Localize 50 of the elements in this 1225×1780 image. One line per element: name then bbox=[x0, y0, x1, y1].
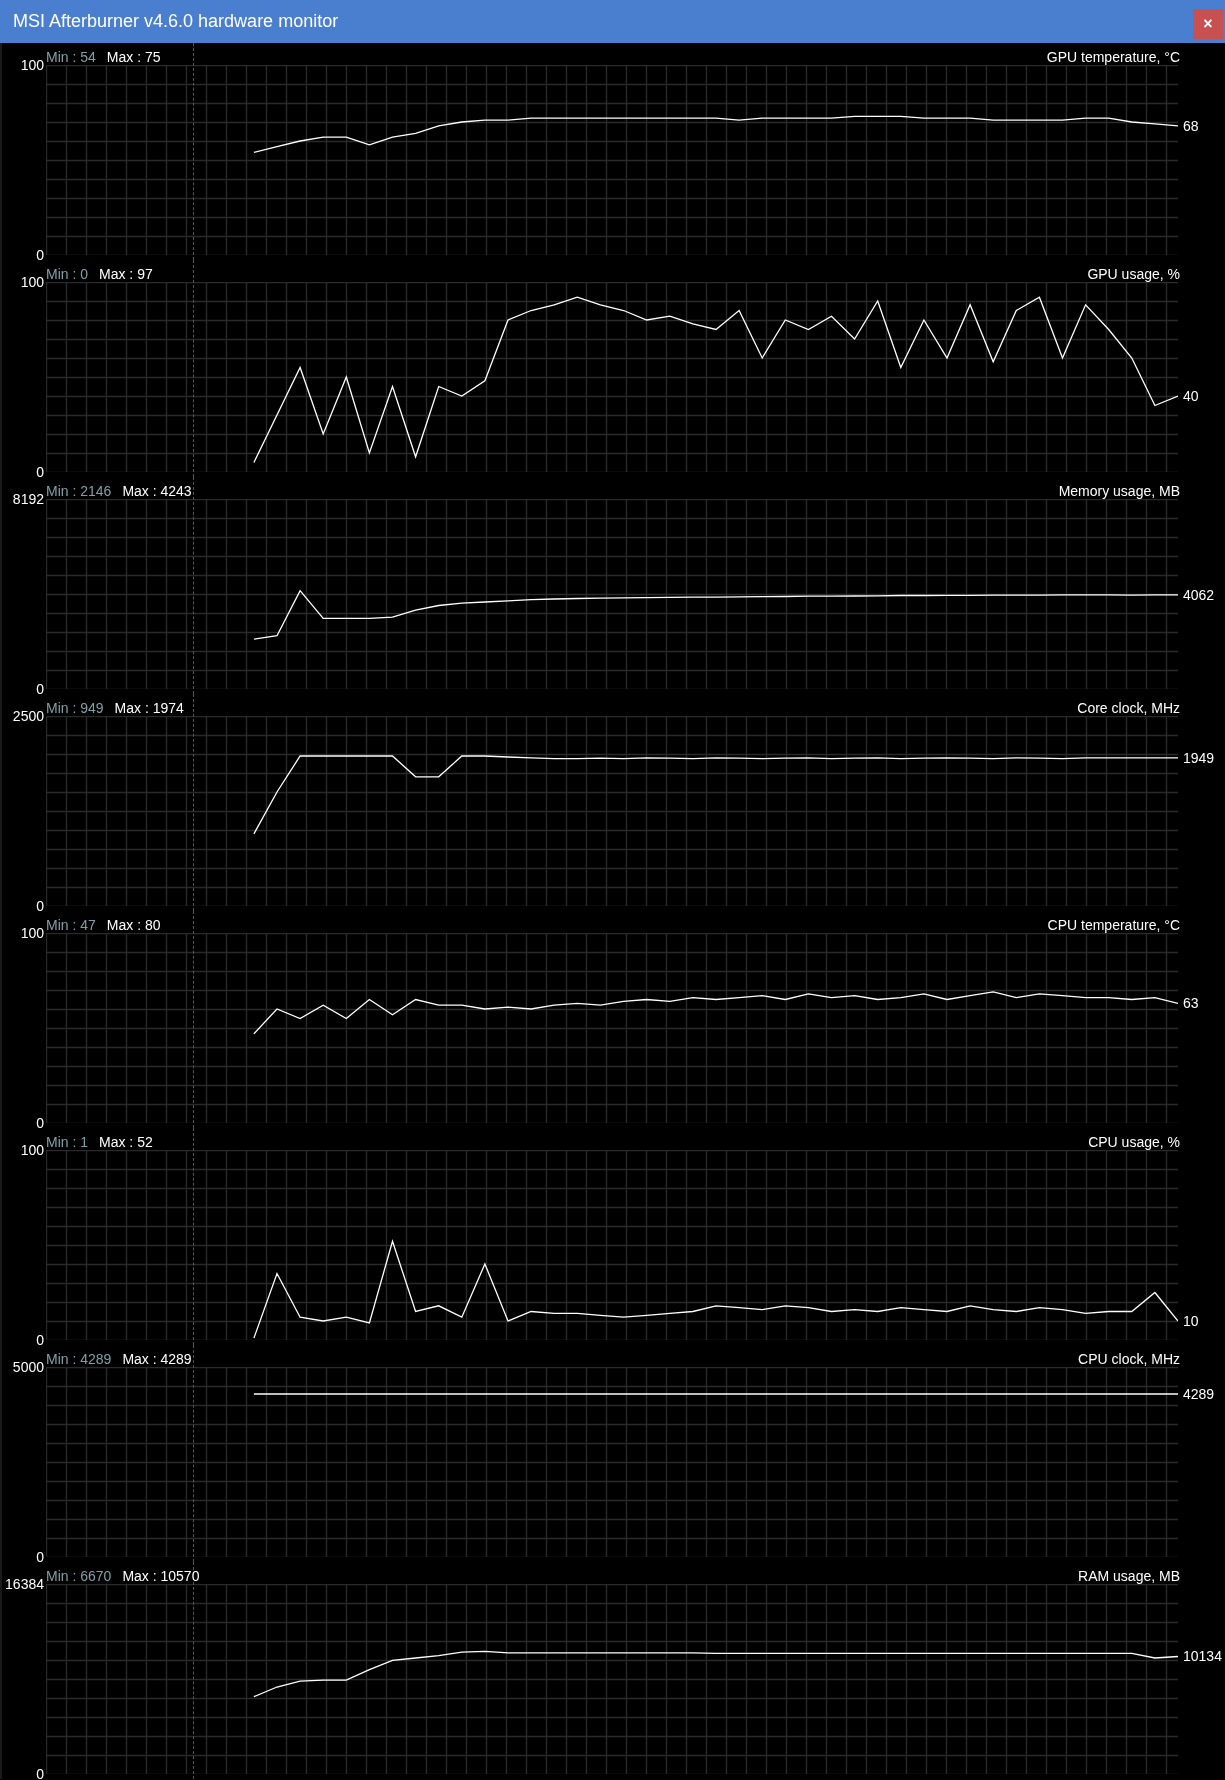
axis-label: 5000 bbox=[12, 1359, 44, 1375]
max-label: Max : 75 bbox=[106, 49, 161, 65]
axis-label: 0 bbox=[36, 464, 44, 480]
min-label: Min : 1 bbox=[46, 1134, 88, 1150]
current-value: 10134 bbox=[1183, 1648, 1222, 1665]
min-label: Min : 54 bbox=[46, 49, 96, 65]
axis-label: 0 bbox=[36, 1115, 44, 1131]
axis-label: 0 bbox=[36, 1766, 44, 1780]
min-label: Min : 2146 bbox=[46, 483, 112, 499]
max-label: Max : 4243 bbox=[122, 483, 192, 499]
min-label: Min : 4289 bbox=[46, 1351, 112, 1367]
axis-label: 100 bbox=[20, 274, 44, 290]
axis-label: 100 bbox=[20, 1142, 44, 1158]
axis-label: 8192 bbox=[12, 491, 44, 507]
axis-label: 0 bbox=[36, 1549, 44, 1565]
max-label: Max : 1974 bbox=[114, 700, 184, 716]
close-button[interactable]: × bbox=[1193, 8, 1223, 39]
axis-label: 100 bbox=[20, 925, 44, 941]
axis-label: 16384 bbox=[5, 1576, 44, 1592]
graph-title: Core clock, MHz bbox=[1077, 700, 1180, 716]
graph-title: CPU temperature, °C bbox=[1047, 917, 1180, 933]
graph-title: CPU usage, % bbox=[1088, 1134, 1180, 1150]
axis-label: 0 bbox=[36, 1332, 44, 1348]
current-value: 4289 bbox=[1183, 1386, 1215, 1402]
axis-label: 100 bbox=[20, 57, 44, 73]
min-label: Min : 949 bbox=[46, 700, 104, 716]
max-label: Max : 80 bbox=[106, 917, 161, 933]
axis-label: 0 bbox=[36, 681, 44, 697]
current-value: 63 bbox=[1183, 995, 1199, 1012]
current-value: 10 bbox=[1183, 1313, 1199, 1329]
graph-title: GPU temperature, °C bbox=[1046, 49, 1180, 65]
current-value: 1949 bbox=[1183, 749, 1215, 766]
graph-title: CPU clock, MHz bbox=[1078, 1351, 1180, 1367]
max-label: Max : 10570 bbox=[122, 1568, 200, 1584]
axis-label: 0 bbox=[36, 247, 44, 263]
min-label: Min : 0 bbox=[46, 266, 88, 282]
axis-label: 2500 bbox=[12, 708, 44, 724]
min-label: Min : 47 bbox=[46, 917, 96, 933]
max-label: Max : 97 bbox=[99, 266, 153, 282]
graph-title: RAM usage, MB bbox=[1078, 1568, 1180, 1584]
current-value: 68 bbox=[1183, 117, 1199, 134]
max-label: Max : 4289 bbox=[122, 1351, 192, 1367]
axis-label: 0 bbox=[36, 898, 44, 914]
max-label: Max : 52 bbox=[99, 1134, 153, 1150]
window-title: MSI Afterburner v4.6.0 hardware monitor bbox=[13, 11, 339, 32]
graph-title: GPU usage, % bbox=[1087, 266, 1180, 282]
graph-title: Memory usage, MB bbox=[1058, 483, 1180, 499]
min-label: Min : 6670 bbox=[46, 1568, 112, 1584]
current-value: 40 bbox=[1183, 388, 1199, 404]
current-value: 4062 bbox=[1183, 586, 1215, 603]
